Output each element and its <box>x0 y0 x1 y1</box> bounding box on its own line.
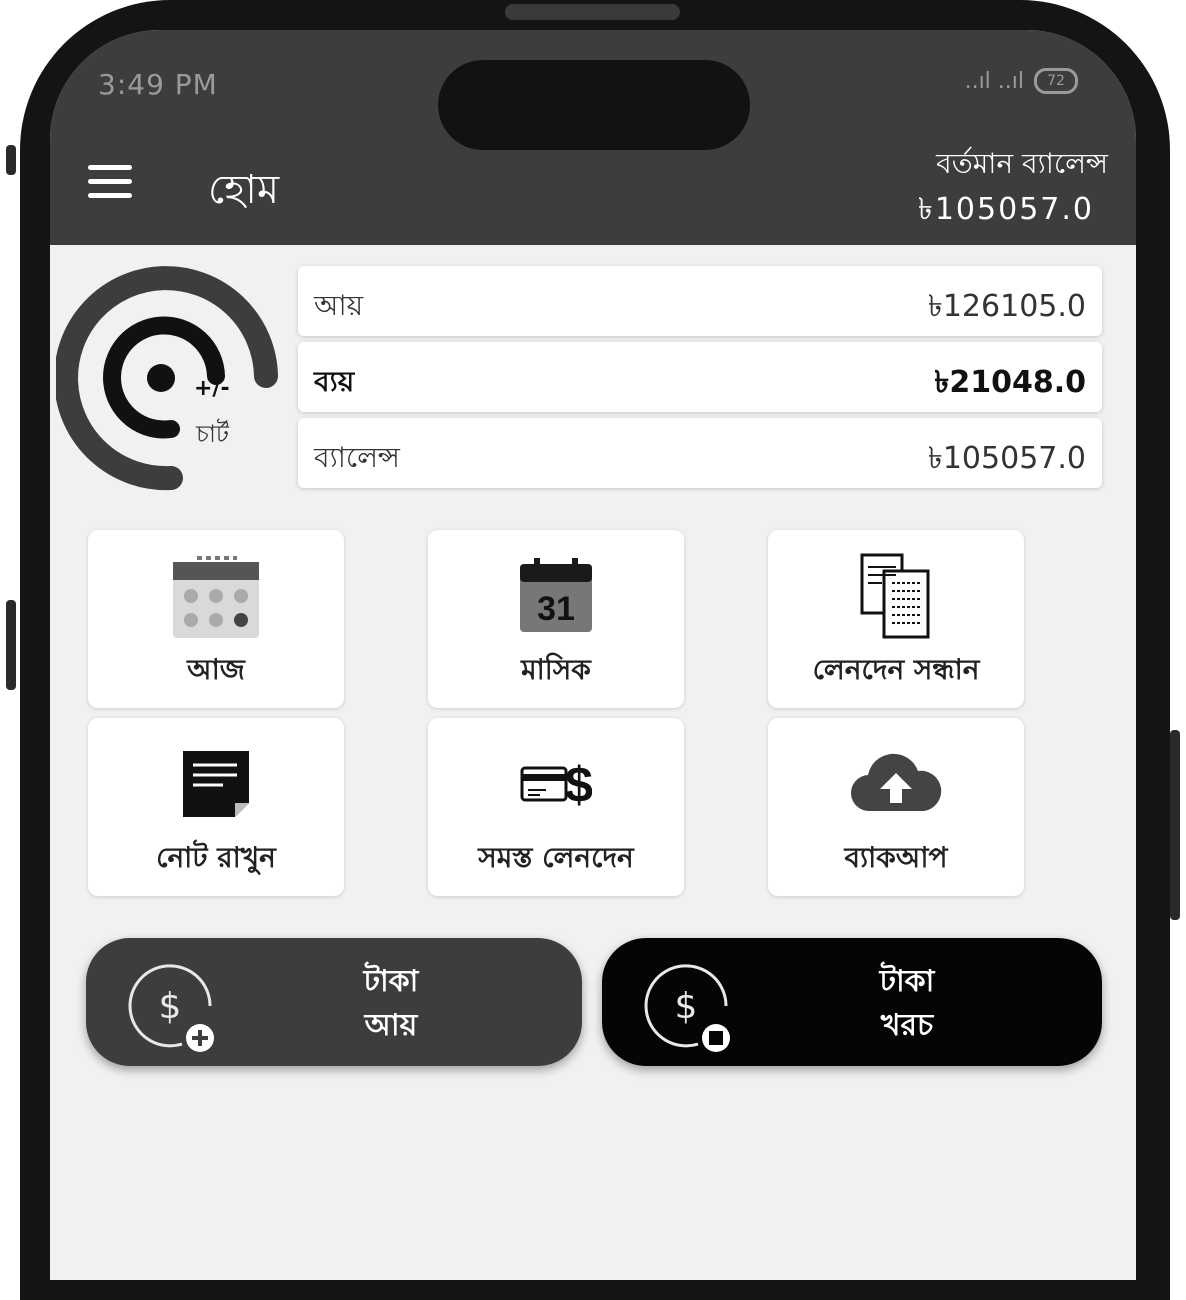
current-balance-label: বর্তমান ব্যালেন্স <box>936 147 1108 180</box>
tile-label: সমস্ত লেনদেন <box>478 841 634 874</box>
tile-search-transactions[interactable]: লেনদেন সন্ধান <box>768 530 1024 708</box>
calendar-today-icon <box>88 552 344 640</box>
chart-button[interactable]: +/- চার্ট <box>54 266 286 496</box>
tile-label: ব্যাকআপ <box>844 841 948 874</box>
status-icons: ..ıl ..ıl 72 <box>965 68 1078 94</box>
summary-label: আয় <box>314 289 364 322</box>
chart-sign: +/- <box>194 376 230 401</box>
status-time: 3:49 PM <box>98 68 218 101</box>
menu-icon <box>88 165 132 170</box>
calendar-monthly-icon: 31 <box>428 552 684 640</box>
expense-summary-row: ব্যয় ৳21048.0 <box>298 342 1102 412</box>
dynamic-island <box>438 60 750 150</box>
current-balance-value: ৳105057.0 <box>917 192 1094 227</box>
tile-backup[interactable]: ব্যাকআপ <box>768 718 1024 896</box>
tile-label: লেনদেন সন্ধান <box>812 653 980 686</box>
note-icon <box>88 740 344 828</box>
tile-label: আজ <box>187 653 245 686</box>
income-button-label: টাকা আয় <box>363 964 419 1043</box>
speaker <box>505 4 680 20</box>
menu-button[interactable] <box>88 165 132 199</box>
svg-text:$: $ <box>565 758 592 810</box>
summary-value: ৳105057.0 <box>927 441 1086 476</box>
income-summary-row: আয় ৳126105.0 <box>298 266 1102 336</box>
summary-label: ব্যালেন্স <box>314 441 400 474</box>
tile-label: মাসিক <box>521 653 591 686</box>
signal-icon: ..ıl ..ıl <box>964 68 1024 94</box>
summary-label: ব্যয় <box>314 365 355 398</box>
balance-summary-row: ব্যালেন্স ৳105057.0 <box>298 418 1102 488</box>
screen: 3:49 PM ..ıl ..ıl 72 হোম বর্তমান ব্যালেন… <box>50 30 1136 1280</box>
donut-chart-icon <box>54 266 278 491</box>
expense-button-label: টাকা খরচ <box>879 964 935 1043</box>
search-transactions-icon <box>768 552 1024 640</box>
cloud-upload-icon <box>768 740 1024 828</box>
svg-text:$: $ <box>675 986 698 1027</box>
tile-notes[interactable]: নোট রাখুন <box>88 718 344 896</box>
expense-button[interactable]: $ টাকা খরচ <box>602 938 1102 1066</box>
side-button <box>1170 730 1180 920</box>
side-button <box>6 600 16 690</box>
summary-value: ৳126105.0 <box>927 289 1086 324</box>
tile-today[interactable]: আজ <box>88 530 344 708</box>
summary-value: ৳21048.0 <box>934 365 1086 400</box>
tile-all-transactions[interactable]: $ সমস্ত লেনদেন <box>428 718 684 896</box>
calendar-day: 31 <box>537 590 575 628</box>
side-button <box>6 145 16 175</box>
svg-text:$: $ <box>159 986 182 1027</box>
app-bar: 3:49 PM ..ıl ..ıl 72 হোম বর্তমান ব্যালেন… <box>50 30 1136 245</box>
chart-label: চার্ট <box>196 420 229 448</box>
tile-label: নোট রাখুন <box>156 841 276 874</box>
dollar-plus-icon: $ <box>128 964 214 1052</box>
all-transactions-icon: $ <box>428 740 684 828</box>
dollar-minus-icon: $ <box>644 964 730 1052</box>
tile-monthly[interactable]: 31 মাসিক <box>428 530 684 708</box>
page-title: হোম <box>208 167 280 213</box>
income-button[interactable]: $ টাকা আয় <box>86 938 582 1066</box>
battery-icon: 72 <box>1034 68 1078 94</box>
